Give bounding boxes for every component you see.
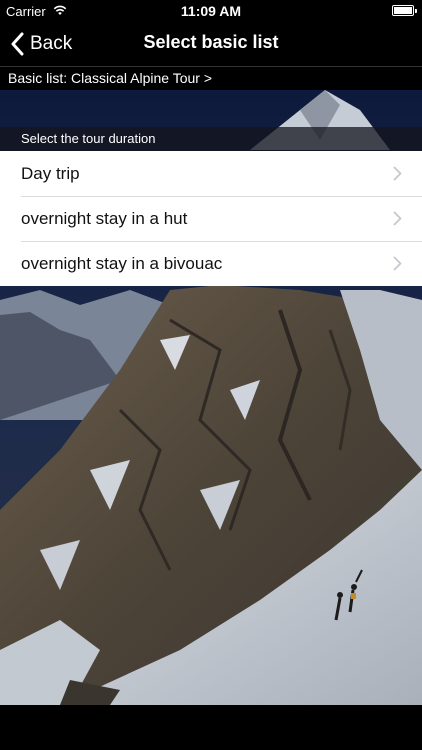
tour-duration-list: Day trip overnight stay in a hut overnig…	[0, 151, 422, 286]
battery-icon	[392, 5, 417, 16]
list-item-hut[interactable]: overnight stay in a hut	[0, 196, 422, 241]
status-time: 11:09 AM	[180, 3, 242, 19]
list-item-label: overnight stay in a bivouac	[21, 253, 223, 273]
list-item-label: overnight stay in a hut	[21, 208, 188, 228]
chevron-right-icon	[393, 211, 402, 226]
section-header: Select the tour duration	[0, 127, 422, 151]
status-bar: Carrier 11:09 AM	[0, 0, 422, 22]
navigation-bar: Back Select basic list	[0, 22, 422, 66]
chevron-right-icon	[393, 256, 402, 271]
list-item-bivouac[interactable]: overnight stay in a bivouac	[0, 241, 422, 286]
list-item-day-trip[interactable]: Day trip	[0, 151, 422, 196]
list-item-label: Day trip	[21, 163, 80, 183]
chevron-right-icon	[393, 166, 402, 181]
breadcrumb[interactable]: Basic list: Classical Alpine Tour >	[0, 66, 422, 90]
bottom-bar	[0, 705, 422, 750]
page-title: Select basic list	[143, 32, 279, 52]
